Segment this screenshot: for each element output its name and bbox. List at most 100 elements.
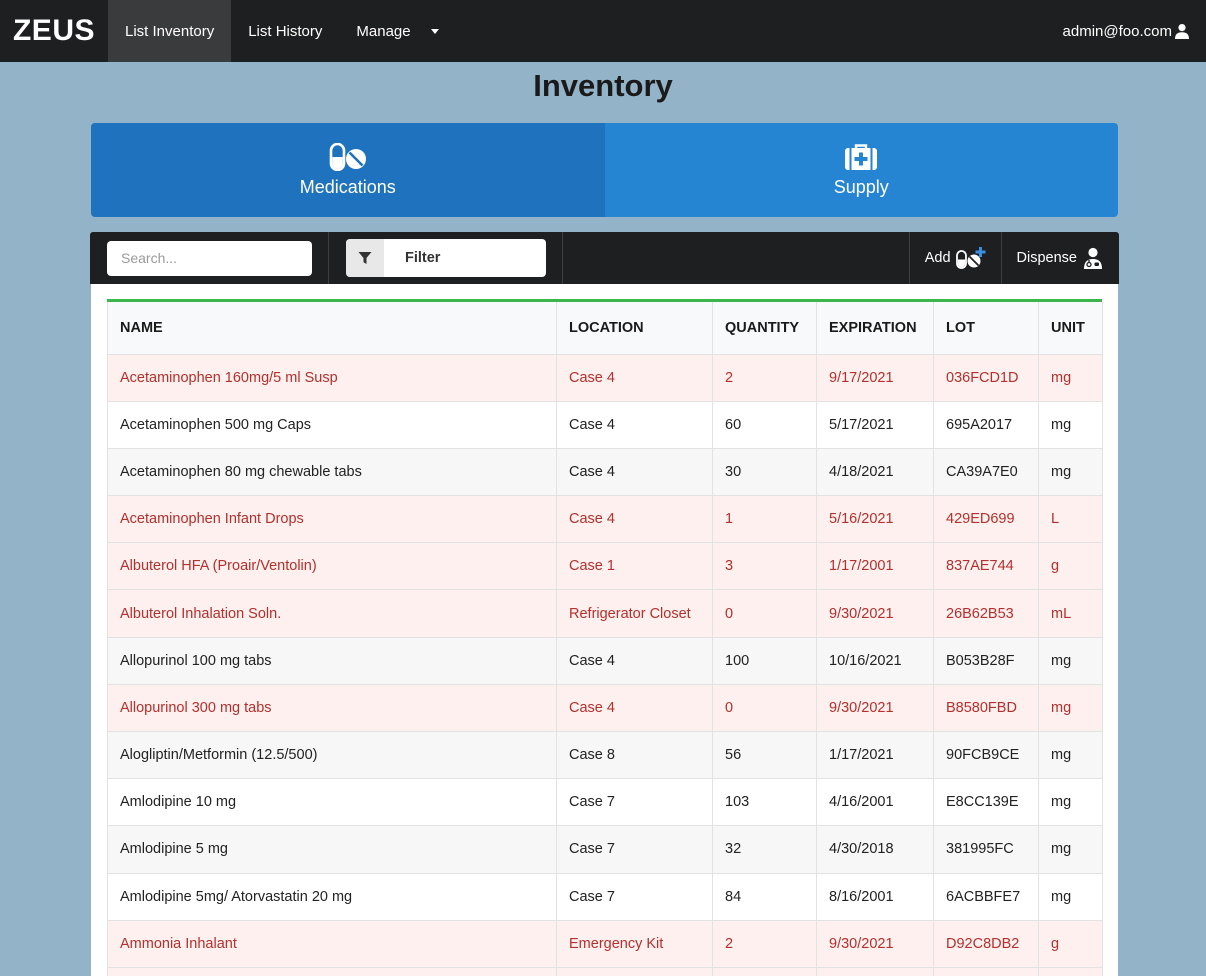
cell-location: Case 1: [556, 542, 713, 591]
table-row[interactable]: Amlodipine 5 mg Case 7 32 4/30/2018 381995FC…: [107, 825, 1103, 874]
cell-expiration: 10/16/2021: [816, 636, 934, 685]
nav-manage-dropdown[interactable]: Manage: [339, 0, 455, 62]
cell-lot: 6ACBBFE7: [933, 872, 1039, 921]
cell-expiration: 9/30/2021: [816, 683, 934, 733]
inventory-toolbar: Filter Add Dispense: [90, 232, 1119, 284]
cell-expiration: 1/17/2001: [816, 542, 934, 591]
pills-icon: [329, 142, 366, 171]
cell-quantity: 3: [712, 542, 817, 591]
cell-location: Case 4: [556, 447, 713, 497]
cell-lot: 381995FC: [933, 825, 1039, 874]
table-row[interactable]: Albuterol HFA (Proair/Ventolin) Case 1 3 1/…: [107, 542, 1103, 591]
add-medication-icon: [955, 247, 986, 269]
column-header-name[interactable]: NAME: [107, 302, 557, 355]
cell-quantity: 30: [712, 447, 817, 497]
cell-unit: mg: [1038, 353, 1103, 402]
cell-quantity: 2: [712, 919, 817, 968]
cell-quantity: 32: [712, 825, 817, 874]
cell-unit: [1038, 966, 1103, 976]
cell-unit: mg: [1038, 683, 1103, 733]
user-menu[interactable]: admin@foo.com: [1063, 0, 1206, 62]
cell-expiration: 9/30/2021: [816, 589, 934, 638]
column-header-expiration[interactable]: EXPIRATION: [816, 302, 934, 355]
tab-medications-label: Medications: [299, 176, 396, 197]
cell-expiration: [816, 966, 934, 976]
cell-name: Acetaminophen Infant Drops: [107, 495, 557, 544]
cell-unit: g: [1038, 542, 1103, 591]
add-button[interactable]: Add: [910, 232, 1001, 284]
cell-location: Case 4: [556, 636, 713, 685]
inventory-table: NAME LOCATION QUANTITY EXPIRATION LOT UN…: [107, 302, 1103, 976]
table-row[interactable]: Acetaminophen Infant Drops Case 4 1 5/16/20…: [107, 495, 1103, 544]
cell-quantity: 1: [712, 495, 817, 544]
cell-quantity: 84: [712, 872, 817, 921]
tab-medications[interactable]: Medications: [91, 123, 605, 217]
cell-location: Case 7: [556, 825, 713, 874]
cell-quantity: 100: [712, 636, 817, 685]
cell-quantity: 2: [712, 353, 817, 402]
cell-name: [107, 966, 557, 976]
cell-lot: CA39A7E0: [933, 447, 1039, 497]
cell-quantity: 103: [712, 778, 817, 827]
table-row[interactable]: Amlodipine 5mg/ Atorvastatin 20 mg Case 7…: [107, 872, 1103, 921]
cell-name: Allopurinol 300 mg tabs: [107, 683, 557, 733]
table-row[interactable]: Albuterol Inhalation Soln. Refrigerator C…: [107, 589, 1103, 638]
cell-location: Case 4: [556, 683, 713, 733]
nav-list-inventory[interactable]: List Inventory: [108, 0, 232, 62]
filter-icon: [358, 252, 372, 264]
table-row[interactable]: Acetaminophen 80 mg chewable tabs Case 43…: [107, 447, 1103, 497]
nav-list-history-label: List History: [248, 22, 323, 40]
table-row[interactable]: Acetaminophen 160mg/5 ml Susp Case 4 2 9/17…: [107, 353, 1103, 402]
nav-list-history[interactable]: List History: [231, 0, 339, 62]
cell-lot: 036FCD1D: [933, 353, 1039, 402]
column-header-location[interactable]: LOCATION: [556, 302, 713, 355]
table-row[interactable]: Acetaminophen 500 mg Caps Case 4 60 5/17/20…: [107, 400, 1103, 449]
cell-location: [556, 966, 713, 976]
cell-expiration: 5/16/2021: [816, 495, 934, 544]
filter-button[interactable]: Filter: [346, 239, 546, 277]
cell-lot: 695A2017: [933, 400, 1039, 449]
cell-lot: B8580FBD: [933, 683, 1039, 733]
cell-unit: mg: [1038, 400, 1103, 449]
cell-name: Amlodipine 10 mg: [107, 778, 557, 827]
table-row[interactable]: Ammonia Inhalant Emergency Kit 2 9/30/2021 D…: [107, 919, 1103, 968]
search-box: [107, 240, 312, 276]
table-row[interactable]: Allopurinol 300 mg tabs Case 4 0 9/30/2021 B…: [107, 683, 1103, 733]
cell-quantity: 56: [712, 730, 817, 780]
cell-expiration: 4/16/2001: [816, 778, 934, 827]
cell-expiration: 9/30/2021: [816, 919, 934, 968]
dispense-button[interactable]: Dispense: [1002, 232, 1119, 284]
cell-unit: mL: [1038, 589, 1103, 638]
medkit-icon: [845, 143, 878, 170]
cell-lot: D92C8DB2: [933, 919, 1039, 968]
add-label: Add: [924, 250, 951, 266]
tab-supply-label: Supply: [833, 176, 889, 197]
cell-lot: [933, 966, 1039, 976]
cell-expiration: 4/30/2018: [816, 825, 934, 874]
dispense-label: Dispense: [1016, 250, 1077, 266]
search-input[interactable]: [121, 250, 302, 266]
cell-location: Case 4: [556, 400, 713, 449]
cell-expiration: 9/17/2021: [816, 353, 934, 402]
table-row[interactable]: Amlodipine 10 mg Case 7 103 4/16/2001 E8CC13…: [107, 778, 1103, 827]
cell-lot: B053B28F: [933, 636, 1039, 685]
column-header-quantity[interactable]: QUANTITY: [712, 302, 817, 355]
column-header-unit[interactable]: UNIT: [1038, 302, 1103, 355]
table-header-row: NAME LOCATION QUANTITY EXPIRATION LOT UN…: [107, 302, 1103, 355]
cell-name: Albuterol HFA (Proair/Ventolin): [107, 542, 557, 591]
cell-name: Acetaminophen 160mg/5 ml Susp: [107, 353, 557, 402]
brand-logo[interactable]: ZEUS: [0, 0, 108, 62]
table-row[interactable]: Allopurinol 100 mg tabs Case 4 100 10/16/20…: [107, 636, 1103, 685]
tab-supply[interactable]: Supply: [604, 123, 1118, 217]
table-row[interactable]: Alogliptin/Metformin (12.5/500) Case 8 56 1…: [107, 730, 1103, 780]
inventory-table-wrap: NAME LOCATION QUANTITY EXPIRATION LOT UN…: [107, 299, 1103, 976]
cell-expiration: 5/17/2021: [816, 400, 934, 449]
nav-list-inventory-label: List Inventory: [125, 22, 215, 40]
cell-lot: 837AE744: [933, 542, 1039, 591]
cell-lot: E8CC139E: [933, 778, 1039, 827]
caret-down-icon: [430, 28, 439, 34]
cell-unit: L: [1038, 495, 1103, 544]
column-header-lot[interactable]: LOT: [933, 302, 1039, 355]
table-row[interactable]: [107, 966, 1103, 976]
